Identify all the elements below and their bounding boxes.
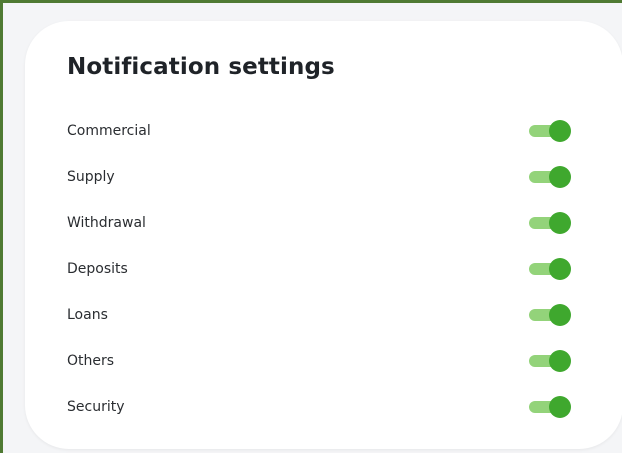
setting-label: Security bbox=[67, 399, 125, 415]
setting-row-deposits: Deposits bbox=[67, 254, 571, 284]
setting-label: Supply bbox=[67, 169, 115, 185]
toggle-knob bbox=[549, 120, 571, 142]
window-frame: Notification settings Commercial Supply … bbox=[0, 0, 622, 453]
setting-row-commercial: Commercial bbox=[67, 116, 571, 146]
toggle-knob bbox=[549, 350, 571, 372]
toggle-loans[interactable] bbox=[529, 304, 571, 326]
setting-label: Withdrawal bbox=[67, 215, 146, 231]
toggle-others[interactable] bbox=[529, 350, 571, 372]
toggle-knob bbox=[549, 304, 571, 326]
setting-row-loans: Loans bbox=[67, 300, 571, 330]
setting-row-security: Security bbox=[67, 392, 571, 422]
setting-row-withdrawal: Withdrawal bbox=[67, 208, 571, 238]
toggle-commercial[interactable] bbox=[529, 120, 571, 142]
toggle-withdrawal[interactable] bbox=[529, 212, 571, 234]
toggle-knob bbox=[549, 212, 571, 234]
notification-settings-card: Notification settings Commercial Supply … bbox=[25, 21, 622, 449]
setting-label: Loans bbox=[67, 307, 108, 323]
toggle-knob bbox=[549, 166, 571, 188]
toggle-deposits[interactable] bbox=[529, 258, 571, 280]
toggle-supply[interactable] bbox=[529, 166, 571, 188]
setting-label: Deposits bbox=[67, 261, 128, 277]
setting-row-supply: Supply bbox=[67, 162, 571, 192]
setting-label: Others bbox=[67, 353, 115, 369]
toggle-knob bbox=[549, 258, 571, 280]
setting-row-others: Others bbox=[67, 346, 571, 376]
page-title: Notification settings bbox=[67, 54, 335, 80]
setting-label: Commercial bbox=[67, 123, 151, 139]
toggle-security[interactable] bbox=[529, 396, 571, 418]
toggle-knob bbox=[549, 396, 571, 418]
